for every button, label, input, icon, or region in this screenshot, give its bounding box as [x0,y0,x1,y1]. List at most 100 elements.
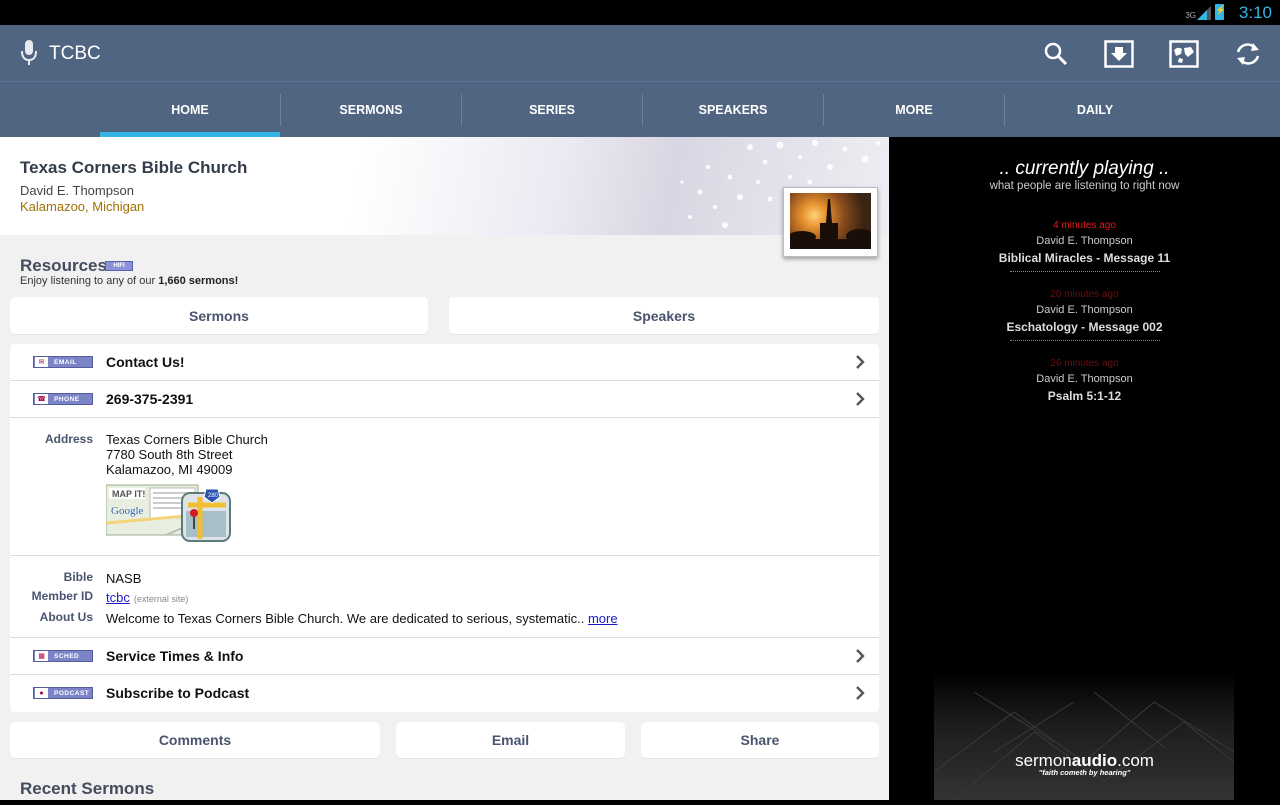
steeple-silhouette [788,199,874,249]
address-line-1: Texas Corners Bible Church [106,432,268,447]
refresh-icon [1236,43,1260,65]
playing-speaker: David E. Thompson [1036,373,1133,385]
search-button[interactable] [1039,37,1073,71]
calendar-icon: ▦ [35,651,48,661]
divider [1009,340,1160,341]
chevron-right-icon [856,649,865,663]
map-it-button[interactable]: MAP IT! Google 280 [105,483,234,543]
chevron-right-icon [856,392,865,406]
playing-item[interactable]: 20 minutes ago David E. Thompson Eschato… [889,289,1280,341]
recent-sermons-title: Recent Sermons [20,779,155,798]
contact-label: Contact Us! [106,354,185,370]
podcast-label: Subscribe to Podcast [106,685,250,701]
church-photo-image [788,193,874,249]
status-bar: 3G 3:10 [0,0,1280,25]
status-icons: 3G [1185,4,1226,20]
address-line-2: 7780 South 8th Street [106,447,233,462]
signal-icon [1197,6,1211,20]
phone-row[interactable]: ☎ PHONE 269-375-2391 [10,381,879,418]
member-id-label: Member ID [31,589,93,603]
email-badge: ✉ EMAIL [33,356,93,368]
church-name: Texas Corners Bible Church [20,158,248,177]
about-text: Welcome to Texas Corners Bible Church. W… [106,611,588,626]
email-button[interactable]: Email [396,722,625,758]
chevron-right-icon [856,686,865,700]
address-line-3: Kalamazoo, MI 49009 [106,462,233,477]
sermonaudio-tagline: "faith cometh by hearing" [1038,768,1131,777]
resources-subtitle: Enjoy listening to any of our 1,660 serm… [20,275,238,287]
search-icon [1044,42,1068,66]
address-label: Address [44,432,93,446]
download-button[interactable] [1102,37,1136,71]
bible-value: NASB [106,571,142,586]
phone-badge-label: PHONE [54,395,80,403]
playing-speaker: David E. Thompson [1036,235,1133,247]
background-artwork [933,672,1235,801]
tab-sermons[interactable]: SERMONS [281,82,461,138]
map-brand-label: Google [111,505,144,517]
sermon-count: 1,660 sermons! [158,275,239,287]
member-id-value: tcbc (external site) [106,590,188,607]
email-badge-label: EMAIL [54,358,77,366]
sermons-button[interactable]: Sermons [10,297,428,334]
sched-badge-label: SCHED [54,652,80,660]
tab-speakers[interactable]: SPEAKERS [643,82,823,138]
tab-home[interactable]: HOME [100,82,280,138]
clock: 3:10 [1238,3,1272,22]
resources-subtitle-prefix: Enjoy listening to any of our [20,275,159,287]
church-location[interactable]: Kalamazoo, Michigan [20,199,144,214]
member-id-link[interactable]: tcbc [106,590,130,605]
church-photo[interactable] [783,187,878,257]
church-header: Texas Corners Bible Church David E. Thom… [0,137,889,257]
resources-title: Resources [20,256,107,275]
envelope-icon: ✉ [35,357,48,367]
map-route-label: 280 [208,493,219,499]
pastor-name[interactable]: David E. Thompson [20,183,134,198]
playing-time: 26 minutes ago [1050,358,1119,369]
divider [1009,271,1160,272]
pattern-decoration [933,691,1235,801]
tab-daily[interactable]: DAILY [1005,82,1185,138]
playing-title: Psalm 5:1-12 [1047,389,1122,403]
map-button[interactable] [1167,37,1201,71]
info-panel: ✉ EMAIL Contact Us! ☎ PHONE 269-375-2391… [10,344,879,712]
phone-badge: ☎ PHONE [33,393,93,405]
about-label: About Us [39,610,93,624]
sched-badge: ▦ SCHED [33,650,93,662]
map-icon [1169,40,1199,68]
podcast-icon: ● [35,688,48,698]
playing-time: 4 minutes ago [1053,220,1116,231]
currently-playing-title: .. currently playing .. [999,158,1170,179]
podcast-badge-label: PODCAST [54,689,90,697]
google-map-icon: MAP IT! Google 280 [105,484,231,542]
about-text-block: Welcome to Texas Corners Bible Church. W… [106,611,618,626]
refresh-button[interactable] [1231,37,1265,71]
comments-button[interactable]: Comments [10,722,380,758]
currently-playing-subtitle: what people are listening to right now [989,180,1180,192]
tab-more[interactable]: MORE [824,82,1004,138]
phone-icon: ☎ [35,394,48,404]
service-times-row[interactable]: ▦ SCHED Service Times & Info [10,638,879,675]
tab-series[interactable]: SERIES [462,82,642,138]
playing-title: Biblical Miracles - Message 11 [998,251,1171,265]
share-button[interactable]: Share [641,722,879,758]
hifi-badge: HIFI [105,261,133,271]
phone-number: 269-375-2391 [106,391,194,407]
map-it-label: MAP IT! [112,489,145,499]
speakers-button[interactable]: Speakers [449,297,879,334]
playing-item[interactable]: 26 minutes ago David E. Thompson Psalm 5… [889,358,1280,403]
mic-icon[interactable] [20,39,38,67]
playing-item[interactable]: 4 minutes ago David E. Thompson Biblical… [889,220,1280,272]
playing-time: 20 minutes ago [1050,289,1119,300]
app-title: TCBC [49,43,101,64]
details-row: Bible NASB Member ID tcbc (external site)… [10,556,879,638]
main-content[interactable]: Texas Corners Bible Church David E. Thom… [0,137,889,800]
contact-row[interactable]: ✉ EMAIL Contact Us! [10,344,879,381]
action-bar: TCBC [0,25,1280,81]
external-site-note: (external site) [133,594,189,604]
about-more-link[interactable]: more [588,611,618,626]
podcast-row[interactable]: ● PODCAST Subscribe to Podcast [10,675,879,712]
currently-playing-panel: .. currently playing .. what people are … [889,137,1280,801]
service-times-label: Service Times & Info [106,648,244,664]
network-type: 3G [1185,11,1196,20]
